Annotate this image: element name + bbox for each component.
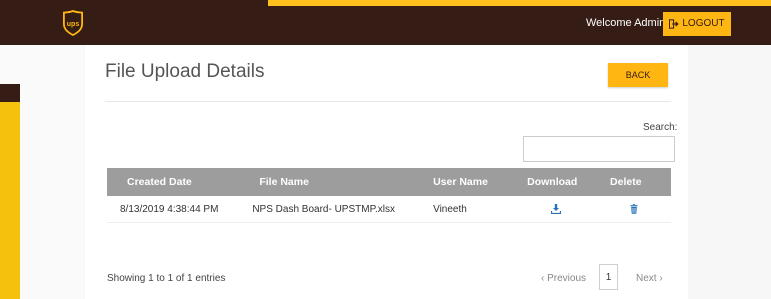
welcome-text: Welcome Admin xyxy=(586,17,666,29)
pagination-page-1[interactable]: 1 xyxy=(599,264,618,290)
page-title: File Upload Details xyxy=(105,61,265,82)
column-header-delete[interactable]: Delete xyxy=(597,168,671,196)
search-label: Search: xyxy=(643,122,678,133)
header-accent-stripe xyxy=(268,0,771,6)
divider xyxy=(105,101,671,102)
cell-delete xyxy=(597,196,671,223)
svg-text:ups: ups xyxy=(67,21,80,28)
cell-user-name: Vineeth xyxy=(420,196,515,223)
next-page-button[interactable]: Next › xyxy=(636,273,663,284)
search-input[interactable] xyxy=(523,136,675,162)
column-header-download[interactable]: Download xyxy=(514,168,598,196)
column-header-user-name[interactable]: User Name xyxy=(420,168,515,196)
download-icon[interactable] xyxy=(550,203,561,214)
trash-icon[interactable] xyxy=(629,204,639,214)
ups-logo-icon[interactable]: ups xyxy=(63,10,83,36)
table-row: 8/13/2019 4:38:44 PM NPS Dash Board- UPS… xyxy=(107,196,671,223)
column-header-created-date[interactable]: Created Date xyxy=(107,168,240,196)
back-button[interactable]: BACK xyxy=(608,63,668,87)
cell-download xyxy=(514,196,598,223)
logout-button[interactable]: LOGOUT xyxy=(663,12,731,36)
previous-page-button[interactable]: ‹ Previous xyxy=(541,273,586,284)
left-yellow-band xyxy=(0,102,20,299)
left-brown-band xyxy=(0,84,20,102)
logout-label: LOGOUT xyxy=(682,18,725,29)
file-upload-table: Created Date File Name User Name Downloa… xyxy=(107,168,671,223)
cell-created-date: 8/13/2019 4:38:44 PM xyxy=(107,196,240,223)
cell-file-name: NPS Dash Board- UPSTMP.xlsx xyxy=(239,196,421,223)
column-header-file-name[interactable]: File Name xyxy=(239,168,421,196)
entries-info: Showing 1 to 1 of 1 entries xyxy=(107,273,226,284)
table-header-row: Created Date File Name User Name Downloa… xyxy=(107,168,671,196)
logout-icon xyxy=(669,19,679,29)
